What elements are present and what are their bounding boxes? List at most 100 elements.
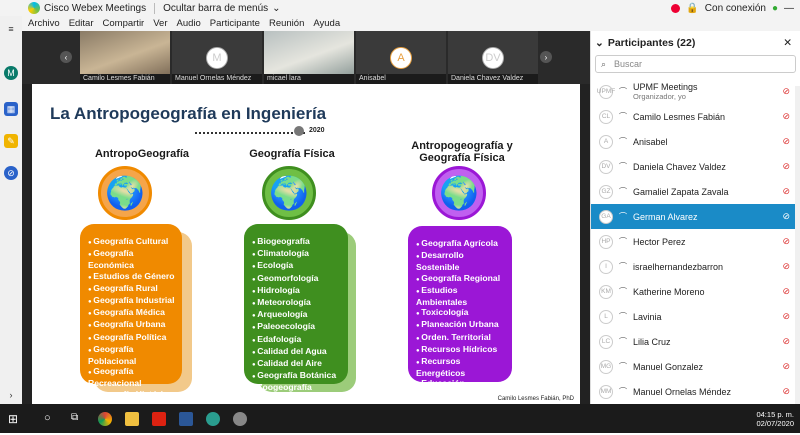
- menu-ayuda[interactable]: Ayuda: [313, 18, 340, 29]
- mic-muted-icon[interactable]: ⊘: [782, 211, 790, 222]
- mic-muted-icon[interactable]: ⊘: [782, 86, 790, 97]
- close-icon[interactable]: ✕: [783, 37, 792, 49]
- mic-muted-icon[interactable]: ⊘: [782, 286, 790, 297]
- minimize-button[interactable]: —: [784, 3, 794, 14]
- video-thumbnail[interactable]: M Manuel Ornelas Méndez: [172, 31, 262, 84]
- scrollbar[interactable]: [795, 86, 800, 426]
- app-icon[interactable]: [233, 411, 247, 426]
- avatar: HP: [599, 234, 613, 249]
- window-title: Cisco Webex Meetings: [44, 2, 147, 14]
- participant-role: Organizador, yo: [633, 92, 686, 101]
- hide-menu-label: Ocultar barra de menús: [163, 2, 269, 14]
- participant-row[interactable]: A ⌒ Anisabel ⊘: [591, 129, 800, 154]
- mic-muted-icon[interactable]: ⊘: [782, 186, 790, 197]
- search-icon[interactable]: ○: [44, 412, 58, 426]
- mic-muted-icon[interactable]: ⊘: [782, 311, 790, 322]
- avatar: LC: [599, 334, 613, 349]
- participant-row[interactable]: CL ⌒ Camilo Lesmes Fabián ⊘: [591, 104, 800, 129]
- topic-item: Geografía Política: [88, 332, 176, 344]
- participant-row[interactable]: GZ ⌒ Gamaliel Zapata Zavala ⊘: [591, 179, 800, 204]
- participant-info: German Alvarez: [633, 212, 698, 222]
- start-icon[interactable]: ⊞: [8, 412, 22, 426]
- participant-info: Lavinia: [633, 312, 662, 322]
- video-thumbnail[interactable]: DV Daniela Chavez Valdez: [448, 31, 538, 84]
- participant-row[interactable]: KM ⌒ Katherine Moreno ⊘: [591, 279, 800, 304]
- expand-icon[interactable]: ›: [4, 388, 18, 402]
- topic-item: Calidad del Aire: [252, 358, 342, 370]
- participant-row[interactable]: GA ⌒ German Alvarez ⊘: [591, 204, 800, 229]
- notes-icon[interactable]: ✎: [4, 134, 18, 148]
- participant-info: Manuel Gonzalez: [633, 362, 703, 372]
- headset-icon: ⌒: [619, 362, 627, 371]
- video-thumbnail[interactable]: micael lara: [264, 31, 354, 84]
- topic-card: BiogeografíaClimatologíaEcologíaGeomorfo…: [244, 224, 348, 392]
- participant-row[interactable]: DV ⌒ Daniela Chavez Valdez ⊘: [591, 154, 800, 179]
- hamburger-icon[interactable]: ≡: [4, 22, 18, 36]
- participant-info: UPMF Meetings Organizador, yo: [633, 82, 698, 101]
- topic-card: Geografía AgrícolaDesarrollo SostenibleG…: [408, 226, 512, 388]
- mic-muted-icon[interactable]: ⊘: [782, 236, 790, 247]
- webex-icon[interactable]: [206, 411, 220, 426]
- participant-row[interactable]: L ⌒ Lavinia ⊘: [591, 304, 800, 329]
- headset-icon: ⌒: [619, 237, 627, 246]
- folder-icon[interactable]: [125, 411, 139, 426]
- mic-muted-icon[interactable]: ⊘: [782, 261, 790, 272]
- task-view-icon[interactable]: ⧉: [71, 412, 85, 426]
- headset-icon: ⌒: [619, 287, 627, 296]
- avatar: GZ: [599, 184, 613, 199]
- participant-name: Gamaliel Zapata Zavala: [633, 186, 729, 197]
- video-thumbnail[interactable]: Camilo Lesmes Fabián: [80, 31, 170, 84]
- headset-icon: ⌒: [619, 137, 627, 146]
- divider: [154, 2, 156, 14]
- search-input[interactable]: Buscar: [595, 55, 796, 73]
- topic-item: Ecología: [252, 260, 342, 272]
- avatar: CL: [599, 109, 613, 124]
- menu-audio[interactable]: Audio: [176, 18, 200, 29]
- column-antropo-fisica: Antropogeografía y Geografía Física: [402, 140, 522, 164]
- participant-name: Katherine Moreno: [633, 286, 705, 297]
- participant-info: Lilia Cruz: [633, 337, 671, 347]
- participant-row[interactable]: UPMF ⌒ UPMF Meetings Organizador, yo ⊘: [591, 79, 800, 104]
- topic-item: Geografía Regional: [416, 273, 506, 285]
- word-icon[interactable]: [179, 411, 193, 426]
- menu-editar[interactable]: Editar: [69, 18, 94, 29]
- participant-row[interactable]: I ⌒ israelhernandezbarron ⊘: [591, 254, 800, 279]
- menu-compartir[interactable]: Compartir: [103, 18, 145, 29]
- mic-muted-icon[interactable]: ⊘: [782, 161, 790, 172]
- menu-reunion[interactable]: Reunión: [269, 18, 304, 29]
- participant-name: Manuel Ornelas Méndez: [633, 386, 732, 397]
- topic-item: Geografía Económica: [88, 248, 176, 270]
- topic-item: Geografía Médica: [88, 307, 176, 319]
- participant-row[interactable]: LC ⌒ Lilia Cruz ⊘: [591, 329, 800, 354]
- topic-item: Biogeografía: [252, 236, 342, 248]
- avatar[interactable]: M: [4, 66, 18, 80]
- mic-muted-icon[interactable]: ⊘: [782, 136, 790, 147]
- mic-muted-icon[interactable]: ⊘: [782, 111, 790, 122]
- compass-icon[interactable]: ⊘: [4, 166, 18, 180]
- topic-card: Geografía CulturalGeografía EconómicaEst…: [80, 224, 182, 435]
- prev-arrow-icon[interactable]: ‹: [60, 51, 72, 63]
- menu-archivo[interactable]: Archivo: [28, 18, 60, 29]
- hide-menu-button[interactable]: Ocultar barra de menús ⌄: [163, 3, 280, 14]
- chrome-icon[interactable]: [98, 411, 112, 426]
- topic-item: Educación: [416, 378, 506, 390]
- participant-row[interactable]: HP ⌒ Hector Perez ⊘: [591, 229, 800, 254]
- headset-icon: ⌒: [619, 162, 627, 171]
- column-heading: Antropogeografía y Geografía Física: [411, 140, 513, 164]
- participant-row[interactable]: MM ⌒ Manuel Ornelas Méndez ⊘: [591, 379, 800, 404]
- opera-icon[interactable]: [152, 411, 166, 426]
- topic-item: Planeación Urbana: [416, 319, 506, 331]
- mic-muted-icon[interactable]: ⊘: [782, 361, 790, 372]
- topic-list: Geografía AgrícolaDesarrollo SostenibleG…: [416, 238, 506, 391]
- avatar: M: [206, 46, 228, 69]
- next-arrow-icon[interactable]: ›: [540, 51, 552, 63]
- video-thumbnail[interactable]: A Anisabel: [356, 31, 446, 84]
- calendar-icon[interactable]: ▦: [4, 102, 18, 116]
- menu-participante[interactable]: Participante: [210, 18, 260, 29]
- participant-row[interactable]: MG ⌒ Manuel Gonzalez ⊘: [591, 354, 800, 379]
- mic-muted-icon[interactable]: ⊘: [782, 386, 790, 397]
- menu-ver[interactable]: Ver: [153, 18, 167, 29]
- lock-icon[interactable]: 🔒: [686, 3, 698, 14]
- chevron-down-icon[interactable]: ⌄: [595, 37, 604, 49]
- mic-muted-icon[interactable]: ⊘: [782, 336, 790, 347]
